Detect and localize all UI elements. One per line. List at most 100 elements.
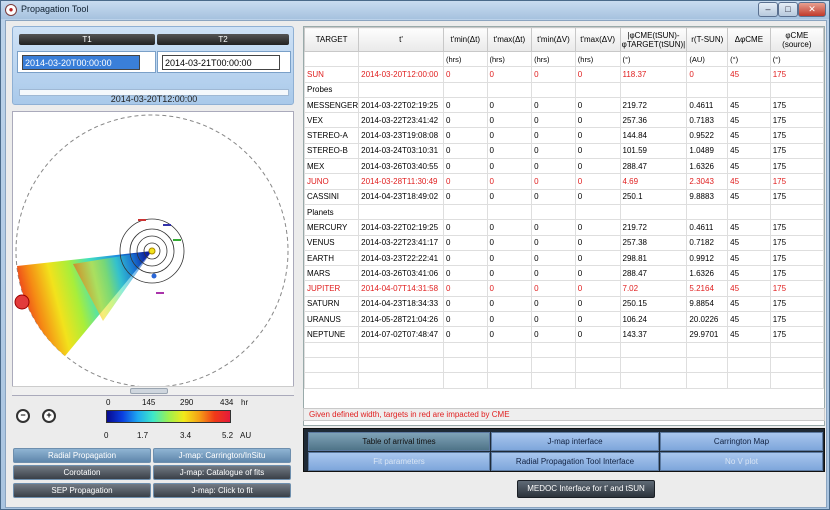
table-cell: STEREO-B	[303, 142, 360, 160]
table-cell: 0	[486, 265, 533, 282]
table-cell: 219.72	[619, 96, 688, 114]
table-cell: MESSENGER	[303, 96, 360, 114]
table-cell	[619, 203, 688, 221]
jmap-carrington-insitu-button[interactable]: J-map: Carrington/InSitu	[153, 448, 291, 463]
table-cell: 0.7183	[686, 112, 729, 129]
table-cell: STEREO-A	[303, 127, 360, 144]
fit-parameters-button[interactable]: Fit parameters	[308, 452, 490, 471]
table-cell: 0	[486, 173, 533, 190]
close-icon[interactable]: ✕	[798, 2, 826, 17]
table-row[interactable]: JUPITER 2014-04-07T14:31:58 0 0 0 0 7.02 5.2164…	[303, 280, 825, 297]
table-row[interactable]: CASSINI 2014-04-23T18:49:02 0 0 0 0 250.1 9.888…	[303, 188, 825, 205]
table-cell	[442, 356, 488, 374]
table-cell	[574, 203, 621, 221]
zoom-in-icon[interactable]: +	[42, 409, 56, 423]
column-header[interactable]: t'min(ΔV)	[531, 27, 576, 52]
table-cell: 0	[486, 311, 533, 328]
table-row[interactable]: URANUS 2014-05-28T21:04:26 0 0 0 0 106.24 20.02…	[303, 311, 825, 328]
table-cell: 45	[727, 295, 771, 313]
jmap-click-to-fit-button[interactable]: J-map: Click to fit	[153, 483, 291, 498]
table-cell: 0	[486, 219, 533, 236]
probe-marker	[163, 224, 171, 226]
minimize-icon[interactable]: –	[758, 2, 778, 17]
table-cell: 0	[486, 326, 533, 343]
table-row[interactable]: MESSENGER 2014-03-22T02:19:25 0 0 0 0 219.72 0.…	[303, 96, 825, 114]
scrollbar-thumb[interactable]	[130, 388, 168, 394]
table-cell: 0	[442, 96, 488, 114]
table-cell: 0	[531, 158, 576, 175]
table-cell: 175	[769, 173, 825, 190]
table-row[interactable]: MEX 2014-03-26T03:40:55 0 0 0 0 288.47 1.6326 45…	[303, 158, 825, 175]
table-row[interactable]: STEREO-A 2014-03-23T19:08:08 0 0 0 0 144.84 0.9…	[303, 127, 825, 144]
table-cell: MERCURY	[303, 219, 360, 236]
table-row[interactable]: VENUS 2014-03-22T23:41:17 0 0 0 0 257.38 0.7182…	[303, 234, 825, 251]
arrival-times-table: TARGET t' t'min(Δt) t'max(Δt) t'min(ΔV) t'max…	[303, 26, 825, 426]
section-row[interactable]: Probes	[303, 81, 825, 98]
table-cell	[574, 372, 621, 389]
table-cell: 106.24	[619, 311, 688, 328]
table-cell	[727, 356, 771, 374]
table-cell	[531, 372, 576, 389]
table-row[interactable]: VEX 2014-03-22T23:41:42 0 0 0 0 257.36 0.7183 45…	[303, 112, 825, 129]
table-row[interactable]: MERCURY 2014-03-22T02:19:25 0 0 0 0 219.72 0.46…	[303, 219, 825, 236]
table-cell: 0	[574, 280, 621, 297]
table-cell: 175	[769, 142, 825, 160]
table-row[interactable]: SUN 2014-03-20T12:00:00 0 0 0 0 118.37 0 45 175	[303, 66, 825, 83]
column-header[interactable]: φCME (source)	[769, 27, 825, 52]
colorbar-top-unit: hr	[241, 398, 249, 407]
table-cell: 0	[574, 234, 621, 251]
table-cell: 175	[769, 188, 825, 205]
unit-cell: (hrs)	[442, 50, 488, 68]
table-cell	[486, 341, 533, 358]
zoom-out-icon[interactable]: −	[16, 409, 30, 423]
section-row[interactable]: Planets	[303, 203, 825, 221]
table-cell: 0	[574, 265, 621, 282]
corotation-button[interactable]: Corotation	[13, 465, 151, 480]
carrington-map-button[interactable]: Carrington Map	[660, 432, 823, 451]
medoc-interface-button[interactable]: MEDOC Interface for t' and tSUN	[517, 480, 655, 498]
table-of-arrival-times-button[interactable]: Table of arrival times	[308, 432, 490, 451]
table-cell: 9.8854	[686, 295, 729, 313]
table-cell: 0	[486, 127, 533, 144]
table-cell: 0	[531, 188, 576, 205]
sun-marker	[148, 247, 156, 255]
table-row[interactable]: JUNO 2014-03-28T11:30:49 0 0 0 0 4.69 2.3043 45 1…	[303, 173, 825, 190]
column-header[interactable]: t'	[358, 27, 444, 52]
propagation-plot[interactable]	[12, 111, 294, 396]
radial-propagation-tool-interface-button[interactable]: Radial Propagation Tool Interface	[491, 452, 659, 471]
column-header[interactable]: t'max(Δt)	[486, 27, 533, 52]
column-header[interactable]: r(T-SUN)	[686, 27, 729, 52]
table-row[interactable]: SATURN 2014-04-23T18:34:33 0 0 0 0 250.15 9.885…	[303, 295, 825, 313]
column-header[interactable]: t'min(Δt)	[442, 27, 488, 52]
unit-cell: (°)	[727, 50, 771, 68]
jmap-interface-button[interactable]: J-map interface	[491, 432, 659, 451]
table-row[interactable]: NEPTUNE 2014-07-02T07:48:47 0 0 0 0 143.37 29.9…	[303, 326, 825, 343]
table-cell: 257.36	[619, 112, 688, 129]
probe-marker	[156, 292, 164, 294]
table-cell: 1.6326	[686, 158, 729, 175]
empty-row	[303, 341, 825, 358]
t1-input[interactable]	[22, 55, 140, 70]
maximize-icon[interactable]: □	[778, 2, 798, 17]
table-cell: 175	[769, 96, 825, 114]
table-cell: 0	[574, 188, 621, 205]
table-row[interactable]: STEREO-B 2014-03-24T03:10:31 0 0 0 0 101.59 1.0…	[303, 142, 825, 160]
jmap-catalogue-button[interactable]: J-map: Catalogue of fits	[153, 465, 291, 480]
plot-scrollbar[interactable]	[12, 386, 294, 395]
table-cell: 45	[727, 158, 771, 175]
table-cell: 2014-03-24T03:10:31	[358, 142, 444, 160]
t2-input[interactable]	[162, 55, 280, 70]
column-header[interactable]: |φCME(tSUN)-φTARGET(tSUN)|	[619, 27, 688, 52]
column-header[interactable]: ΔφCME	[727, 27, 771, 52]
table-cell: 0	[442, 295, 488, 313]
column-header[interactable]: TARGET	[303, 27, 360, 52]
no-v-plot-button[interactable]: No V plot	[660, 452, 823, 471]
table-cell: CASSINI	[303, 188, 360, 205]
sep-propagation-button[interactable]: SEP Propagation	[13, 483, 151, 498]
column-header[interactable]: t'max(ΔV)	[574, 27, 621, 52]
table-cell	[769, 81, 825, 98]
table-row[interactable]: EARTH 2014-03-23T22:22:41 0 0 0 0 298.81 0.9912…	[303, 249, 825, 267]
unit-cell	[358, 50, 444, 68]
table-row[interactable]: MARS 2014-03-26T03:41:06 0 0 0 0 288.47 1.6326 4…	[303, 265, 825, 282]
radial-propagation-button[interactable]: Radial Propagation	[13, 448, 151, 463]
